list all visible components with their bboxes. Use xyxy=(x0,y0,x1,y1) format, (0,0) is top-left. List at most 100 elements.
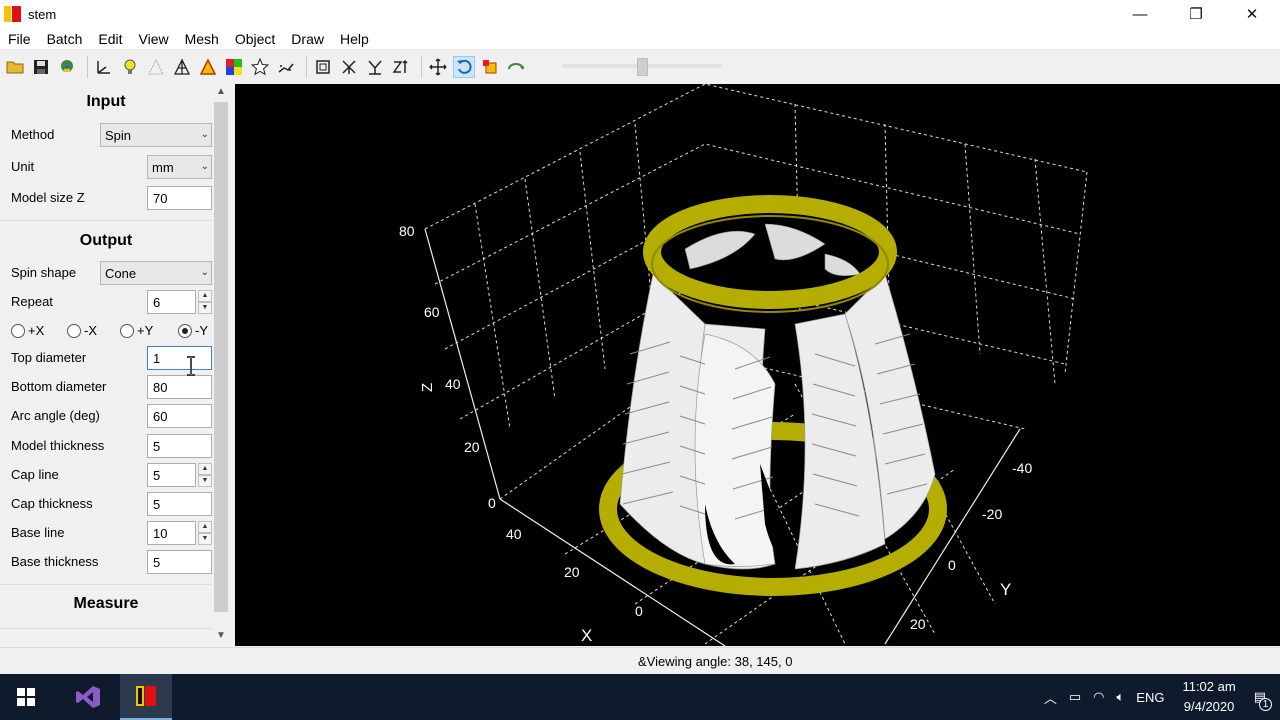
cap-line-field[interactable]: 5 xyxy=(147,463,196,487)
batch-icon[interactable] xyxy=(56,56,78,78)
view-y-icon[interactable] xyxy=(364,56,386,78)
top-diameter-field[interactable]: 1 xyxy=(147,346,212,370)
method-select[interactable]: Spin ⌄ xyxy=(100,123,212,147)
mesh-icon[interactable] xyxy=(171,56,193,78)
measure-section-title: Measure xyxy=(73,595,139,612)
repeat-stepper[interactable]: ▲ ▼ xyxy=(198,290,212,314)
menu-file[interactable]: File xyxy=(0,31,39,47)
taskbar-visual-studio[interactable] xyxy=(62,674,114,720)
spin-shape-select[interactable]: Cone ⌄ xyxy=(100,261,212,285)
restore-button[interactable]: ❐ xyxy=(1168,0,1224,28)
base-line-stepper[interactable]: ▲ ▼ xyxy=(198,521,212,545)
model-size-label: Model size Z xyxy=(11,190,85,205)
3d-viewport[interactable]: 80 60 40 20 0 40 20 0 -40 -20 0 20 X Y Z xyxy=(235,84,1280,646)
language-indicator[interactable]: ENG xyxy=(1136,690,1164,705)
clock[interactable]: 11:02 am 9/4/2020 xyxy=(1182,677,1235,717)
status-bar: &Viewing angle: 38, 145, 0 xyxy=(0,647,1280,674)
menu-bar: File Batch Edit View Mesh Object Draw He… xyxy=(0,28,1280,50)
scale-icon[interactable] xyxy=(479,56,501,78)
scrollbar-thumb[interactable] xyxy=(214,102,228,612)
radio-minus-y[interactable]: -Y xyxy=(178,323,208,338)
menu-object[interactable]: Object xyxy=(227,31,283,47)
view-x-icon[interactable] xyxy=(338,56,360,78)
radio-minus-y-label: -Y xyxy=(195,323,208,338)
move-icon[interactable] xyxy=(427,56,449,78)
menu-mesh[interactable]: Mesh xyxy=(177,31,227,47)
light-bulb-icon[interactable] xyxy=(119,56,141,78)
y-tick-minus20: -20 xyxy=(982,506,1002,522)
notification-count-badge: 1 xyxy=(1259,698,1272,711)
open-folder-icon[interactable] xyxy=(4,56,26,78)
base-line-field[interactable]: 10 xyxy=(147,521,196,545)
notification-icon[interactable]: ▤ 1 xyxy=(1254,689,1272,711)
axes-icon[interactable] xyxy=(93,56,115,78)
base-thickness-field[interactable]: 5 xyxy=(147,550,212,574)
color-mesh-icon[interactable] xyxy=(197,56,219,78)
points-icon[interactable] xyxy=(275,56,297,78)
repeat-field[interactable]: 6 xyxy=(147,290,196,314)
menu-batch[interactable]: Batch xyxy=(39,31,91,47)
speaker-icon[interactable]: 🔈︎ xyxy=(1116,689,1124,705)
z-tick-0: 0 xyxy=(488,495,496,511)
3d-scene: 80 60 40 20 0 40 20 0 -40 -20 0 20 X Y Z xyxy=(399,84,1088,646)
model-thickness-label: Model thickness xyxy=(11,438,105,453)
minimize-button[interactable]: — xyxy=(1112,0,1168,28)
save-icon[interactable] xyxy=(30,56,52,78)
output-section-title: Output xyxy=(79,232,133,249)
menu-help[interactable]: Help xyxy=(332,31,377,47)
unit-select[interactable]: mm ⌄ xyxy=(147,155,212,179)
y-axis-label: Y xyxy=(1000,580,1011,599)
chevron-down-icon: ⌄ xyxy=(200,129,209,140)
chevron-down-icon: ⌄ xyxy=(200,161,209,172)
zoom-slider-thumb[interactable] xyxy=(637,58,648,76)
close-button[interactable]: ✕ xyxy=(1224,0,1280,28)
z-tick-20: 20 xyxy=(464,439,480,455)
wireframe-icon[interactable] xyxy=(145,56,167,78)
scroll-up-icon[interactable]: ▲ xyxy=(216,86,226,97)
radio-plus-y[interactable]: +Y xyxy=(120,323,153,338)
unit-label: Unit xyxy=(11,159,35,174)
method-label: Method xyxy=(11,127,55,142)
radio-minus-x[interactable]: -X xyxy=(67,323,97,338)
star-icon[interactable] xyxy=(249,56,271,78)
chevron-up-icon[interactable]: ︿ xyxy=(1044,688,1057,707)
taskbar: ︿ ▭ ◠ 🔈︎ ENG 11:02 am 9/4/2020 ▤ 1 xyxy=(0,674,1280,720)
model-size-field[interactable]: 70 xyxy=(147,186,212,210)
top-diameter-label: Top diameter xyxy=(11,350,87,365)
view-z-icon[interactable] xyxy=(390,56,412,78)
app-logo-icon xyxy=(136,686,156,706)
flip-icon[interactable] xyxy=(505,56,527,78)
bottom-diameter-field[interactable]: 80 xyxy=(147,375,212,399)
palette-icon[interactable] xyxy=(223,56,245,78)
toolbar xyxy=(0,51,1280,83)
spin-shape-label: Spin shape xyxy=(11,265,77,280)
arc-angle-field[interactable]: 60 xyxy=(147,404,212,428)
window-title: stem xyxy=(28,6,57,22)
visual-studio-icon xyxy=(76,686,100,708)
cap-line-stepper[interactable]: ▲ ▼ xyxy=(198,463,212,487)
bounding-box-icon[interactable] xyxy=(312,56,334,78)
wifi-icon[interactable]: ◠ xyxy=(1093,689,1104,705)
cap-thickness-field[interactable]: 5 xyxy=(147,492,212,516)
clock-date: 9/4/2020 xyxy=(1183,699,1235,714)
z-axis-label: Z xyxy=(419,383,436,392)
model-thickness-field[interactable]: 5 xyxy=(147,434,212,458)
bottom-diameter-label: Bottom diameter xyxy=(11,379,107,394)
radio-plus-y-label: +Y xyxy=(137,323,154,338)
text-cursor-icon xyxy=(187,356,195,376)
taskbar-stem-app[interactable] xyxy=(120,674,172,720)
app-logo-icon xyxy=(4,5,22,23)
scroll-down-icon[interactable]: ▼ xyxy=(216,630,226,641)
panel-scrollbar[interactable]: ▲ ▼ xyxy=(212,84,230,646)
menu-edit[interactable]: Edit xyxy=(90,31,130,47)
unit-select-value: mm xyxy=(152,159,174,175)
battery-icon[interactable]: ▭ xyxy=(1069,689,1081,705)
zoom-slider[interactable] xyxy=(562,58,722,76)
radio-plus-x[interactable]: +X xyxy=(11,323,44,338)
rotate-icon[interactable] xyxy=(453,56,475,78)
menu-draw[interactable]: Draw xyxy=(283,31,332,47)
menu-view[interactable]: View xyxy=(131,31,177,47)
z-tick-60: 60 xyxy=(424,304,440,320)
properties-panel: Input Method Spin ⌄ Unit mm ⌄ Model size Z… xyxy=(0,84,230,646)
start-button[interactable] xyxy=(0,674,52,720)
